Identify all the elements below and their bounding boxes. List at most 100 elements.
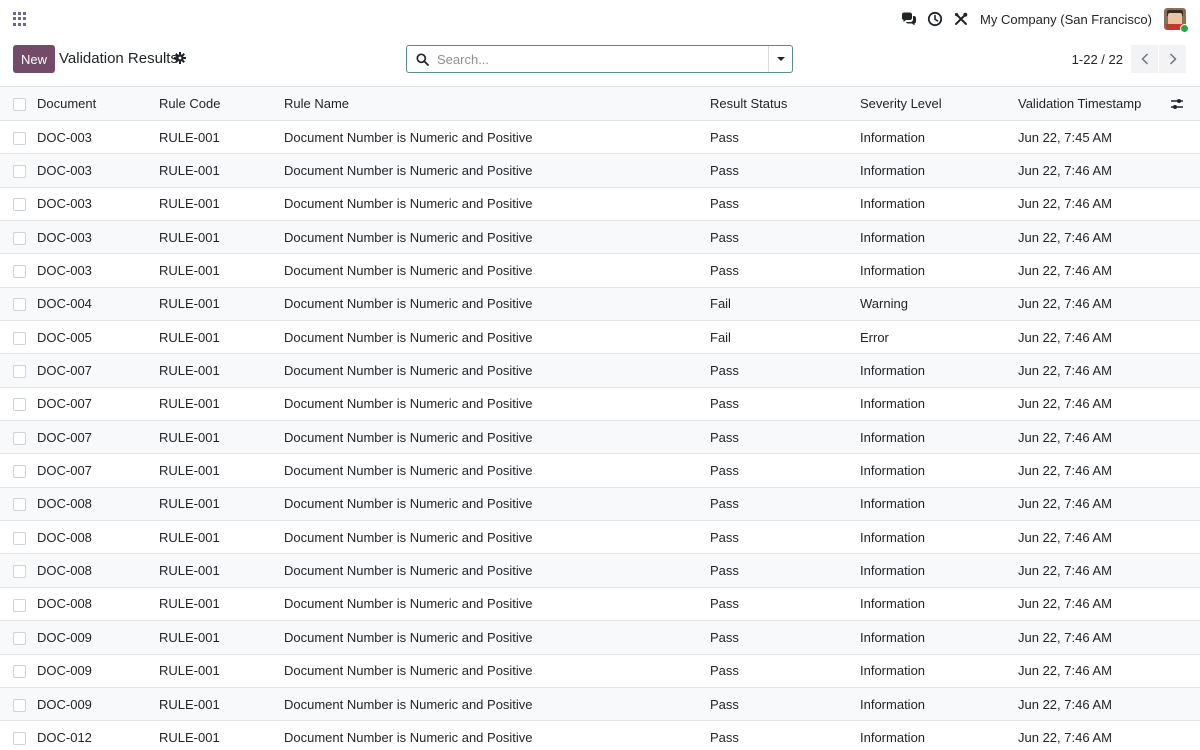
cell-result-status: Pass [710,463,739,479]
table-row[interactable]: DOC-008 RULE-001 Document Number is Numeri… [0,587,1200,621]
pager-previous-button[interactable] [1131,45,1158,73]
pager: 1-22 / 22 [1072,45,1186,73]
cell-result-status: Pass [710,196,739,212]
row-checkbox[interactable] [13,165,26,179]
table-row[interactable]: DOC-009 RULE-001 Document Number is Numeri… [0,620,1200,654]
pager-value[interactable]: 1-22 / 22 [1072,52,1123,67]
cell-rule-name: Document Number is Numeric and Positive [284,663,533,679]
column-header-document[interactable]: Document [37,87,159,121]
cell-document: DOC-007 [37,363,92,379]
column-settings-icon[interactable] [1170,97,1184,111]
cell-validation-timestamp: Jun 22, 7:46 AM [1018,629,1112,645]
pager-next-button[interactable] [1159,45,1186,73]
tools-icon[interactable] [952,10,970,28]
row-checkbox[interactable] [13,631,26,645]
row-checkbox[interactable] [13,698,26,712]
user-avatar[interactable] [1164,8,1189,33]
chat-icon[interactable] [900,10,918,28]
cell-severity-level: Information [860,396,926,412]
row-checkbox[interactable] [13,198,26,212]
search-options-toggle[interactable] [768,46,792,72]
column-header-validation-timestamp[interactable]: Validation Timestamp [1018,87,1170,121]
table-row[interactable]: DOC-012 RULE-001 Document Number is Numeri… [0,721,1200,750]
cell-document: DOC-009 [37,696,92,712]
cell-result-status: Pass [710,229,739,245]
cell-result-status: Pass [710,729,739,745]
cell-validation-timestamp: Jun 22, 7:46 AM [1018,163,1112,179]
table-row[interactable]: DOC-008 RULE-001 Document Number is Numeri… [0,487,1200,521]
cell-rule-name: Document Number is Numeric and Positive [284,263,533,279]
new-button[interactable]: New [13,45,55,73]
search-input[interactable] [437,47,768,71]
column-header-rule-code[interactable]: Rule Code [159,87,284,121]
cell-rule-name: Document Number is Numeric and Positive [284,363,533,379]
cell-rule-name: Document Number is Numeric and Positive [284,696,533,712]
table-row[interactable]: DOC-009 RULE-001 Document Number is Numeri… [0,687,1200,721]
table-row[interactable]: DOC-005 RULE-001 Document Number is Numeri… [0,321,1200,354]
apps-grid-icon[interactable] [13,12,27,26]
cell-rule-code: RULE-001 [159,129,220,145]
top-navbar: My Company (San Francisco) [0,0,1200,38]
cell-validation-timestamp: Jun 22, 7:46 AM [1018,263,1112,279]
row-checkbox[interactable] [13,565,26,579]
row-checkbox[interactable] [13,731,26,745]
column-header-result-status[interactable]: Result Status [710,87,860,121]
select-all-checkbox[interactable] [13,98,26,112]
table-row[interactable]: DOC-003 RULE-001 Document Number is Numeri… [0,220,1200,254]
chevron-left-icon [1140,53,1148,65]
row-checkbox[interactable] [13,431,26,445]
online-status-icon [1180,24,1189,33]
search-bar [406,45,793,73]
cell-result-status: Pass [710,163,739,179]
cell-document: DOC-008 [37,529,92,545]
cell-validation-timestamp: Jun 22, 7:46 AM [1018,563,1112,579]
validation-results-table: Document Rule Code Rule Name Result Stat… [0,86,1200,750]
gear-icon[interactable] [174,52,186,64]
row-checkbox[interactable] [13,498,26,512]
table-row[interactable]: DOC-003 RULE-001 Document Number is Numeri… [0,121,1200,154]
row-checkbox[interactable] [13,331,26,345]
cell-validation-timestamp: Jun 22, 7:46 AM [1018,463,1112,479]
table-row[interactable]: DOC-004 RULE-001 Document Number is Numeri… [0,287,1200,321]
cell-validation-timestamp: Jun 22, 7:46 AM [1018,229,1112,245]
cell-validation-timestamp: Jun 22, 7:46 AM [1018,396,1112,412]
row-checkbox[interactable] [13,265,26,279]
row-checkbox[interactable] [13,231,26,245]
row-checkbox[interactable] [13,531,26,545]
column-header-severity-level[interactable]: Severity Level [860,87,1018,121]
cell-rule-name: Document Number is Numeric and Positive [284,563,533,579]
row-checkbox[interactable] [13,365,26,379]
table-row[interactable]: DOC-007 RULE-001 Document Number is Numeri… [0,353,1200,388]
table-row[interactable]: DOC-003 RULE-001 Document Number is Numeri… [0,187,1200,221]
table-row[interactable]: DOC-007 RULE-001 Document Number is Numeri… [0,454,1200,488]
cell-severity-level: Information [860,163,926,179]
row-checkbox[interactable] [13,398,26,412]
search-icon [407,46,437,72]
table-row[interactable]: DOC-003 RULE-001 Document Number is Numeri… [0,254,1200,288]
cell-result-status: Fail [710,296,731,312]
table-row[interactable]: DOC-008 RULE-001 Document Number is Numeri… [0,521,1200,554]
cell-rule-name: Document Number is Numeric and Positive [284,629,533,645]
cell-severity-level: Information [860,563,926,579]
column-header-rule-name[interactable]: Rule Name [284,87,710,121]
row-checkbox[interactable] [13,298,26,312]
cell-severity-level: Information [860,529,926,545]
cell-validation-timestamp: Jun 22, 7:46 AM [1018,696,1112,712]
table-row[interactable]: DOC-007 RULE-001 Document Number is Numeri… [0,420,1200,454]
table-row[interactable]: DOC-003 RULE-001 Document Number is Numeri… [0,153,1200,188]
row-checkbox[interactable] [13,131,26,145]
cell-result-status: Pass [710,263,739,279]
cell-document: DOC-008 [37,563,92,579]
table-row[interactable]: DOC-007 RULE-001 Document Number is Numeri… [0,387,1200,421]
row-checkbox[interactable] [13,665,26,679]
row-checkbox[interactable] [13,465,26,479]
cell-validation-timestamp: Jun 22, 7:46 AM [1018,496,1112,512]
cell-rule-code: RULE-001 [159,696,220,712]
cell-result-status: Pass [710,563,739,579]
table-row[interactable]: DOC-008 RULE-001 Document Number is Numeri… [0,553,1200,588]
table-row[interactable]: DOC-009 RULE-001 Document Number is Numeri… [0,654,1200,688]
cell-document: DOC-008 [37,496,92,512]
clock-icon[interactable] [926,10,944,28]
row-checkbox[interactable] [13,598,26,612]
company-switcher[interactable]: My Company (San Francisco) [980,12,1152,27]
